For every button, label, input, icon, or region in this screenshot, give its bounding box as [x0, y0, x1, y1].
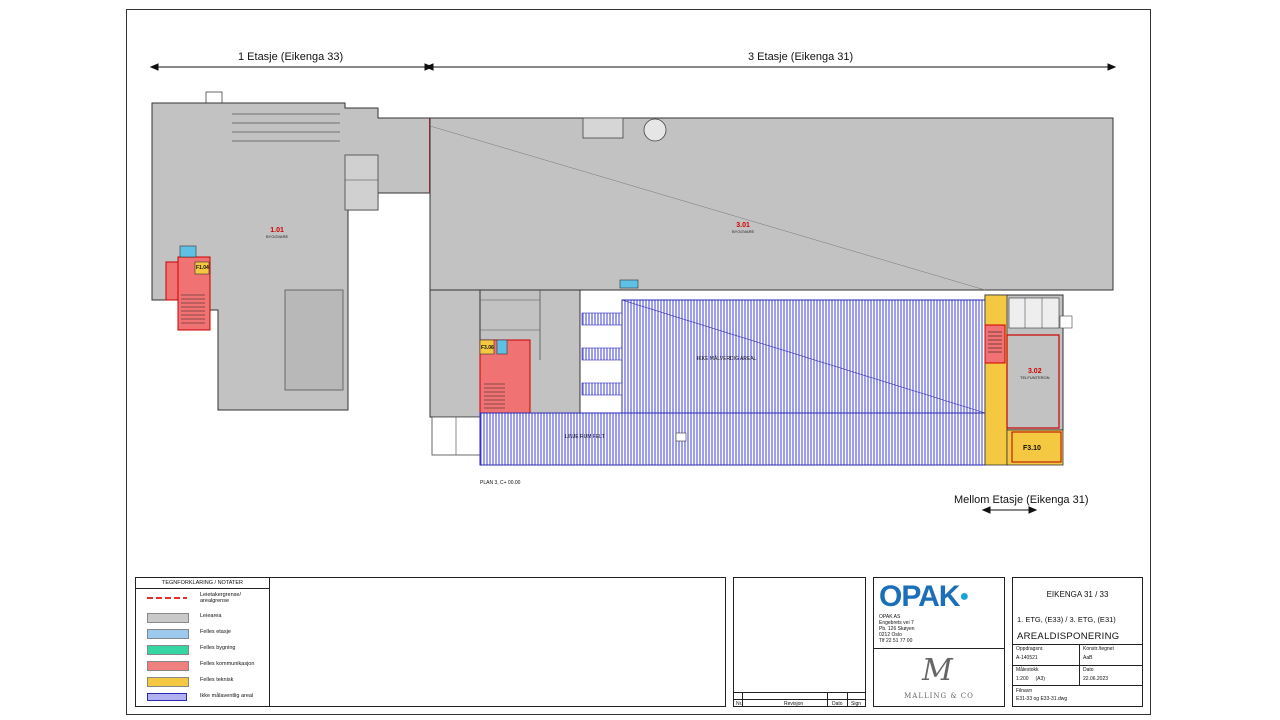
scale-label: Målestokk	[1016, 667, 1039, 673]
legend-panel: TEGNFORKLARING / NOTATER Leietakergrense…	[135, 577, 726, 707]
scale-value: 1:200 (A3)	[1016, 676, 1045, 682]
rev-col-sep	[847, 692, 848, 707]
company-tel: Tlf 22 51 77 00	[879, 638, 913, 644]
dim-label-1-etasje: 1 Etasje (Eikenga 33)	[238, 51, 344, 63]
legend-item-felles-teknisk: Felles teknisk	[142, 676, 282, 687]
file-value: E31-33 og E33-31.dwg	[1016, 696, 1068, 702]
malling-monogram-icon: M	[922, 653, 953, 688]
dimension-line-mezz	[981, 506, 1038, 514]
file-label: Filnavn	[1016, 688, 1033, 694]
order-label: Oppdragsnr.	[1016, 646, 1044, 652]
building-eikenga-33	[151, 91, 431, 411]
revision-divider-2	[734, 699, 865, 700]
client-name: MALLING & CO	[904, 692, 974, 700]
date-label: Dato	[1083, 667, 1094, 673]
rev-col-sep	[742, 692, 743, 707]
legend-item-felles-kommunikasjon: Felles kommunikasjon	[142, 660, 282, 671]
swatch-grey	[147, 613, 189, 623]
room-tag-f1: F1.04	[196, 265, 209, 271]
legend-item-felles-etasje: Felles etasje	[142, 628, 282, 639]
title-col-divider	[1079, 644, 1080, 685]
dimension-line-left	[149, 63, 434, 71]
legend-label: Felles bygning	[200, 645, 236, 651]
order-value: A-140521	[1016, 655, 1038, 661]
legend-label: Felles teknisk	[200, 677, 234, 683]
legend-label: Ikke målaventlig areal	[200, 693, 254, 699]
room-name: TELFUNTERON	[1020, 375, 1050, 380]
dim-label-3-etasje: 3 Etasje (Eikenga 31)	[748, 51, 854, 63]
project-subject: AREALDISPONERING	[1017, 631, 1120, 642]
project-title: EIKENGA 31 / 33	[1046, 590, 1109, 599]
room-number: 3.01	[736, 222, 750, 229]
company-divider	[874, 648, 1004, 649]
rev-col-sign: Sign	[851, 701, 862, 707]
legend-label: Leiearea	[200, 613, 222, 619]
room-tag-f3-10: F3.10	[1023, 445, 1041, 452]
building-eikenga-31	[429, 117, 1114, 466]
hatch-label-1: IKKE MÅLVERDIG AREAL	[697, 356, 757, 362]
opak-logo: OPAK●	[879, 580, 969, 613]
swatch-hatch	[147, 693, 187, 701]
legend-list: TEGNFORKLARING / NOTATER Leietakergrense…	[135, 577, 270, 707]
legend-label: Felles kommunikasjon	[200, 661, 255, 667]
swatch-lightblue	[147, 629, 189, 639]
drawn-value: AaB	[1083, 655, 1093, 661]
legend-label: Leietakergrense/ arealgrense	[200, 592, 241, 604]
plan-note: PLAN 3, C+ 00.00	[480, 480, 521, 486]
revision-divider	[734, 692, 865, 693]
rev-col-dato: Dato	[832, 701, 843, 707]
legend-title: TEGNFORKLARING / NOTATER	[136, 578, 269, 589]
legend-item-felles-bygning: Felles bygning	[142, 644, 282, 655]
drawn-label: Konstr./tegnet	[1083, 646, 1114, 652]
hatch-label-2: LINJE RUM FELT	[565, 434, 605, 440]
dim-label-mellom-etasje: Mellom Etasje (Eikenga 31)	[954, 494, 1089, 506]
legend-label: Felles etasje	[200, 629, 231, 635]
room-name: BYGGVARE	[266, 234, 289, 239]
rev-col-revisjon: Revisjon	[784, 701, 804, 707]
date-value: 22.06.2023	[1083, 676, 1109, 682]
title-divider	[1013, 644, 1142, 645]
swatch-green	[147, 645, 189, 655]
room-number: 3.02	[1027, 368, 1042, 375]
room-tag-3-02: 3.02 TELFUNTERON	[1020, 368, 1050, 380]
swatch-yellow	[147, 677, 189, 687]
revision-panel: Nr. Revisjon Dato Sign	[733, 577, 866, 707]
title-divider	[1013, 665, 1142, 666]
swatch-red	[147, 661, 189, 671]
title-panel: EIKENGA 31 / 33 1. ETG, (E33) / 3. ETG, …	[1012, 577, 1143, 707]
opak-logo-mark-icon: ●	[959, 588, 969, 605]
legend-item-ikke-malbart: Ikke målaventlig areal	[142, 692, 282, 702]
room-number: 1.01	[270, 227, 284, 234]
opak-logo-text: OPAK	[879, 580, 960, 613]
dashed-line-icon	[147, 597, 187, 599]
rev-col-sep	[827, 692, 828, 707]
legend-item-boundary: Leietakergrense/ arealgrense	[142, 592, 282, 604]
room-tag-1-01: 1.01 BYGGVARE	[266, 227, 288, 239]
dimension-line-right	[424, 63, 1117, 71]
room-name: BYGGVARE	[732, 229, 755, 234]
company-panel: OPAK● OPAK AS Engebrets vei 7 Pb. 126 Sk…	[873, 577, 1005, 707]
room-tag-3-01: 3.01 BYGGVARE	[732, 222, 754, 234]
title-divider	[1013, 685, 1142, 686]
project-floors: 1. ETG, (E33) / 3. ETG, (E31)	[1017, 615, 1116, 624]
room-tag-f3: F3.06	[481, 345, 494, 351]
legend-item-leieareal: Leiearea	[142, 612, 282, 623]
